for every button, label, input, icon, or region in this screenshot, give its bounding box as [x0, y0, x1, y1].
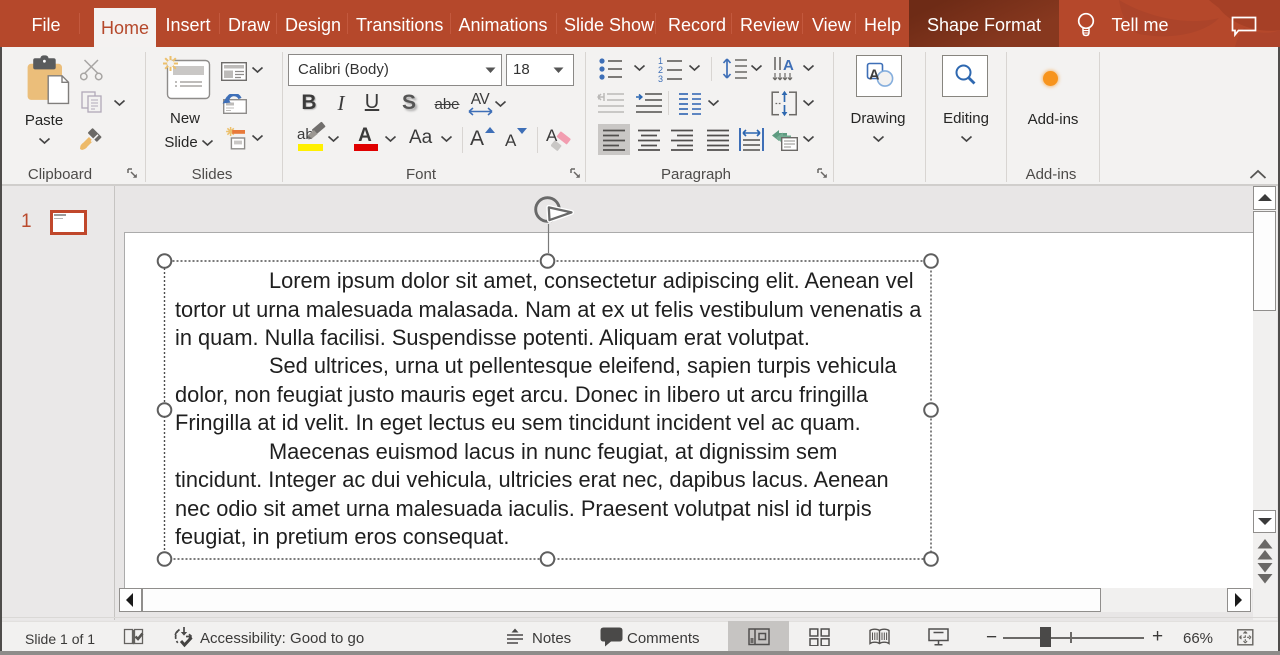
- svg-text:A: A: [869, 68, 880, 84]
- svg-text:3: 3: [658, 74, 663, 84]
- svg-text:A: A: [783, 57, 794, 74]
